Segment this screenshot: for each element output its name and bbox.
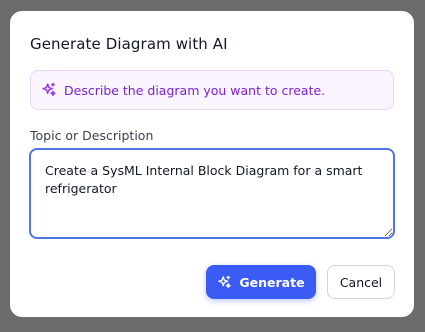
sparkles-icon [217,275,232,290]
topic-textarea[interactable]: Create a SysML Internal Block Diagram fo… [29,148,395,239]
cancel-button[interactable]: Cancel [327,265,395,299]
banner-text: Describe the diagram you want to create. [64,82,326,98]
generate-diagram-dialog: Generate Diagram with AI Describe the di… [10,11,414,317]
cancel-button-label: Cancel [339,274,383,290]
dialog-title: Generate Diagram with AI [30,35,228,53]
topic-label: Topic or Description [30,128,154,143]
sparkles-icon [41,82,57,98]
generate-button-label: Generate [239,274,305,290]
generate-button[interactable]: Generate [206,265,316,299]
info-banner: Describe the diagram you want to create. [30,70,394,110]
